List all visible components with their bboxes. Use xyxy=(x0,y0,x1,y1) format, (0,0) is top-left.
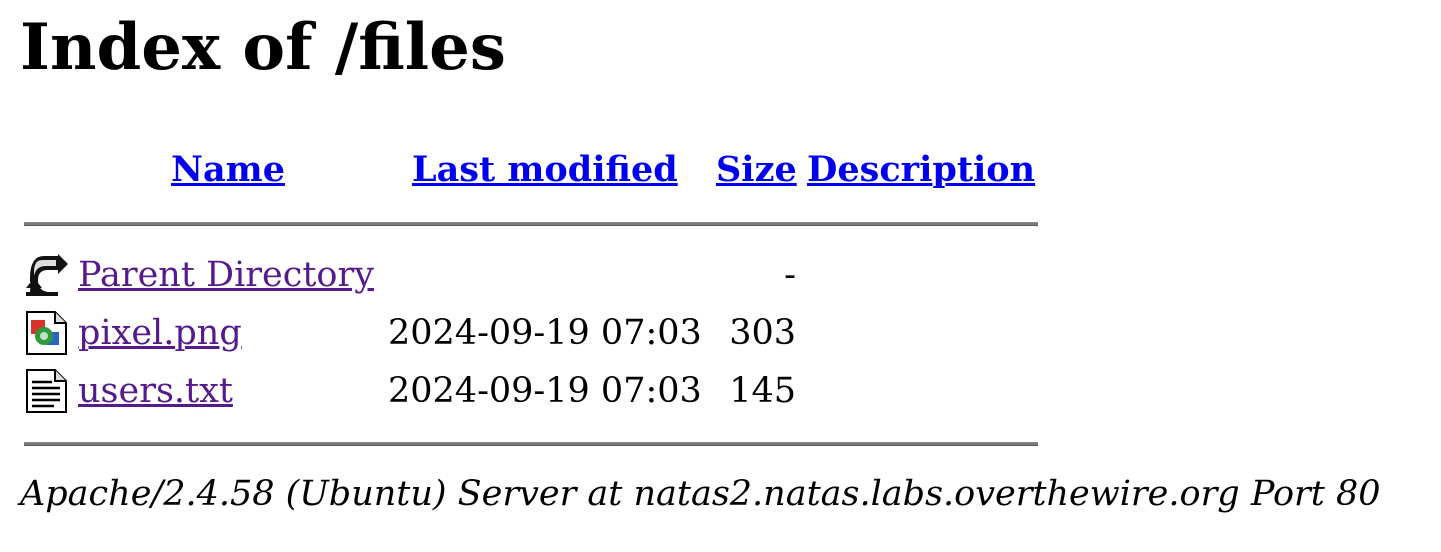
file-link-users-txt[interactable]: users.txt xyxy=(78,369,233,413)
server-signature: Apache/2.4.58 (Ubuntu) Server at natas2.… xyxy=(20,474,1381,514)
sort-by-last-modified-link[interactable]: Last modified xyxy=(412,150,678,190)
sort-by-description-link[interactable]: Description xyxy=(807,150,1035,190)
file-link-pixel-png[interactable]: pixel.png xyxy=(78,311,242,355)
last-modified-cell: 2024-09-19 07:03 xyxy=(388,313,702,353)
last-modified-cell: 2024-09-19 07:03 xyxy=(388,371,702,411)
parent-directory-link[interactable]: Parent Directory xyxy=(78,253,374,297)
image-file-icon[interactable] xyxy=(24,310,70,356)
table-row: Parent Directory - xyxy=(24,250,1038,304)
table-row: pixel.png 2024-09-19 07:03 303 xyxy=(24,308,1038,362)
sort-by-size-link[interactable]: Size xyxy=(716,150,797,190)
table-divider-top xyxy=(24,222,1038,226)
page-title: Index of /files xyxy=(20,10,506,85)
table-row: users.txt 2024-09-19 07:03 145 xyxy=(24,366,1038,420)
sort-by-name-link[interactable]: Name xyxy=(171,150,285,190)
table-divider-bottom xyxy=(24,442,1038,446)
parent-directory-icon[interactable] xyxy=(24,252,70,298)
text-file-icon[interactable] xyxy=(24,368,70,414)
size-cell: 145 xyxy=(729,371,796,411)
size-cell: - xyxy=(784,255,796,295)
size-cell: 303 xyxy=(729,313,796,353)
